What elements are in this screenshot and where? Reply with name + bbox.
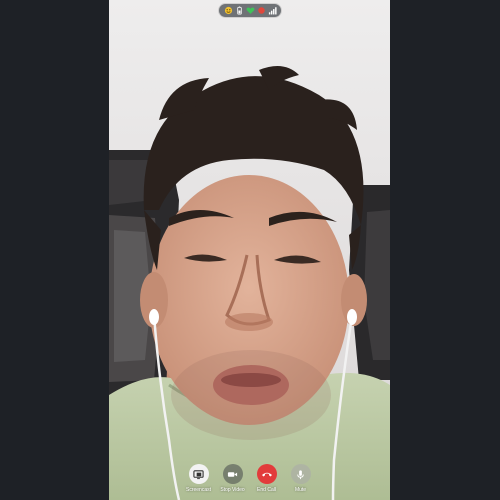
call-controls: Screencast Stop Video End Call Mute <box>109 464 390 500</box>
heart-icon <box>246 7 254 14</box>
mute-button[interactable]: Mute <box>289 464 313 500</box>
screencast-label: Screencast <box>186 487 212 493</box>
screencast-icon <box>188 464 209 484</box>
end-call-label: End Call <box>257 487 276 493</box>
battery-icon <box>236 6 242 15</box>
left-letterbox <box>0 0 109 500</box>
signal-icon <box>268 7 277 15</box>
end-call-icon <box>256 464 277 484</box>
screencast-button[interactable]: Screencast <box>186 464 212 500</box>
emoji-icon <box>224 6 232 15</box>
end-call-button[interactable]: End Call <box>255 464 279 500</box>
stop-video-button[interactable]: Stop Video <box>220 464 245 500</box>
mute-label: Mute <box>294 487 307 493</box>
call-status-bar <box>219 4 281 17</box>
video-camera-icon <box>222 464 243 484</box>
stop-video-label: Stop Video <box>220 487 245 493</box>
right-letterbox <box>390 0 500 500</box>
remote-video-feed <box>109 0 390 500</box>
microphone-icon <box>290 464 311 484</box>
status-dot-icon <box>257 7 265 14</box>
video-frame-illustration <box>109 0 390 500</box>
